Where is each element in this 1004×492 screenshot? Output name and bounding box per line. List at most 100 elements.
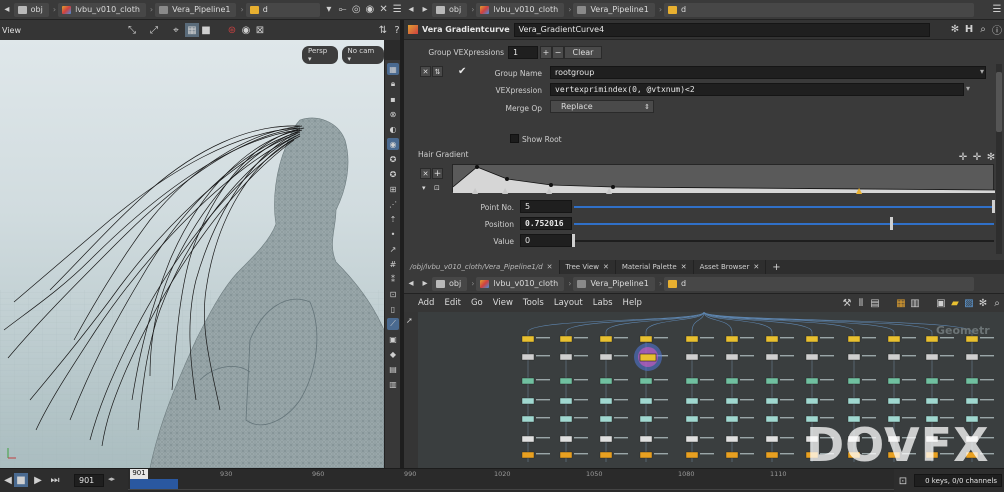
playback-range[interactable] [130,479,178,489]
add-tab-button[interactable]: + [766,260,786,274]
background-icon[interactable]: ◆ [387,348,399,360]
crumb-geo[interactable]: lvbu_v010_cloth [476,2,565,17]
snap-icon[interactable]: ⌖ [169,23,183,37]
image-icon[interactable]: ▨ [962,296,976,310]
close-tab-icon[interactable]: ✕ [547,263,553,271]
crumb-d[interactable]: d [245,2,321,17]
table-view-icon[interactable]: ▥ [908,296,922,310]
crumb-obj[interactable]: obj [432,276,468,291]
wrench-icon[interactable]: ⚒ [840,296,854,310]
ramp-delete-point-icon[interactable]: ✕ [420,168,431,179]
remove-multiparm-button[interactable]: − [552,46,564,59]
prim-icon[interactable]: ↗ [387,243,399,255]
menu-go[interactable]: Go [471,298,483,308]
ramp-key-marker[interactable]: ▲ [502,186,508,195]
group-name-field[interactable]: rootgroup [550,66,986,79]
group-icon[interactable]: ⊞ [387,183,399,195]
crumb-geo[interactable]: lvbu_v010_cloth [476,276,565,291]
point-no-slider[interactable] [574,206,994,208]
snapshot-icon[interactable]: ⊠ [253,23,267,37]
back-icon[interactable]: ◂ [404,3,418,17]
normals-icon[interactable]: ⇡ [387,213,399,225]
crumb-geo[interactable]: lvbu_v010_cloth [58,2,146,17]
move-tool-icon[interactable]: ⤢ [147,23,161,37]
current-frame-field[interactable]: 901 [74,474,104,487]
close-tab-icon[interactable]: ✕ [681,263,687,271]
menu-layout[interactable]: Layout [554,298,583,308]
back-icon[interactable]: ◂ [0,3,14,17]
show-root-checkbox[interactable] [510,134,519,143]
add-multiparm-button[interactable]: + [540,46,552,59]
ramp-expand-icon[interactable]: ▾ [422,184,426,192]
geometry-icon[interactable]: ◉ [387,138,399,150]
shading-icon[interactable]: ■ [199,23,213,37]
param-scrollbar[interactable] [996,64,1002,254]
record-icon[interactable]: ⊛ [225,23,239,37]
position-slider[interactable] [574,223,994,225]
group-dropdown-icon[interactable]: ▾ [980,67,984,76]
menu-help[interactable]: Help [623,298,642,308]
scene-viewport[interactable]: Persp ▾ No cam ▾ [0,40,384,468]
bulb-icon[interactable]: ✪ [387,168,399,180]
search-icon[interactable]: ⌕ [990,296,1004,310]
arrow-tool-icon[interactable]: ➚ [406,316,416,326]
close-pane-icon[interactable]: ✕ [377,3,391,17]
point-no-field[interactable]: 5 [520,200,572,213]
tab-tree-view[interactable]: Tree View ✕ [560,260,616,274]
position-field[interactable]: 0.752016 [520,217,572,230]
menu-add[interactable]: Add [418,298,434,308]
ramp-interp-icon[interactable]: ⊡ [434,184,440,192]
pane-menu-icon[interactable]: ☰ [390,3,404,17]
ramp-key-marker[interactable]: ▲ [472,186,478,195]
pane-menu-icon[interactable]: ☰ [990,3,1004,17]
play-reverse-icon[interactable]: ◀ [2,473,14,487]
close-tab-icon[interactable]: ✕ [603,263,609,271]
search-icon[interactable]: ⌕ [976,23,990,37]
merge-op-menu[interactable]: Replace ⇕ [550,100,654,113]
node-name-field[interactable]: Vera_GradientCurve4 [513,22,930,37]
stop-icon[interactable]: ■ [14,473,28,487]
crumb-pipeline[interactable]: Vera_Pipeline1 [573,276,655,291]
tab-material-palette[interactable]: Material Palette ✕ [616,260,694,274]
menu-view[interactable]: View [493,298,513,308]
vex-dropdown-icon[interactable]: ▾ [966,84,970,93]
points-icon[interactable]: ⋰ [387,198,399,210]
crumb-d[interactable]: d [664,2,975,17]
select-tool-icon[interactable]: ⤡ [125,23,139,37]
back-icon[interactable]: ◂ [404,277,418,291]
crumb-obj[interactable]: obj [432,2,468,17]
crumb-pipeline[interactable]: Vera_Pipeline1 [155,2,237,17]
menu-labs[interactable]: Labs [593,298,613,308]
value-field[interactable]: 0 [520,234,572,247]
lock-icon[interactable]: ▪ [387,93,399,105]
camera-dropdown[interactable]: No cam ▾ [341,46,384,64]
link-icon[interactable]: ◉ [363,3,377,17]
hull-icon[interactable]: ▯ [387,303,399,315]
ghost-icon[interactable]: ⊗ [387,108,399,120]
crumb-d[interactable]: d [664,276,975,291]
ramp-move-icon[interactable]: ✛ [956,150,970,164]
ramp-key-selected[interactable]: ▲ [856,186,862,195]
tab-asset-browser[interactable]: Asset Browser ✕ [694,260,767,274]
grid-view-icon[interactable]: ▦ [894,296,908,310]
reorder-instance-icon[interactable]: ⇅ [432,66,443,77]
ramp-key-marker[interactable]: ▲ [546,186,552,195]
tab-network-path[interactable]: /obj/lvbu_v010_cloth/Vera_Pipeline1/d ✕ [404,260,560,274]
crumb-obj[interactable]: obj [13,2,49,17]
light-icon[interactable]: ◐ [387,123,399,135]
info-icon[interactable]: ⓘ [990,23,1004,37]
vexpression-field[interactable]: vertexprimindex(0, @vtxnum)<2 [550,83,964,96]
remove-instance-icon[interactable]: ✕ [420,66,431,77]
bulb-icon[interactable]: ✪ [387,153,399,165]
help-icon[interactable]: H [962,23,976,37]
sticky-note-icon[interactable]: ▰ [948,296,962,310]
clear-button[interactable]: Clear [564,46,602,59]
layout-icon[interactable]: ⫴ [854,296,868,310]
list-icon[interactable]: ▤ [868,296,882,310]
gear-icon[interactable]: ✻ [948,23,962,37]
target-icon[interactable]: ◎ [349,3,363,17]
forward-icon[interactable]: ▸ [418,277,432,291]
value-slider[interactable] [574,240,994,242]
skip-end-icon[interactable]: ⏭ [48,473,62,487]
timeline-scale[interactable]: 930 960 990 1020 1050 1080 1110 901 [128,469,894,492]
